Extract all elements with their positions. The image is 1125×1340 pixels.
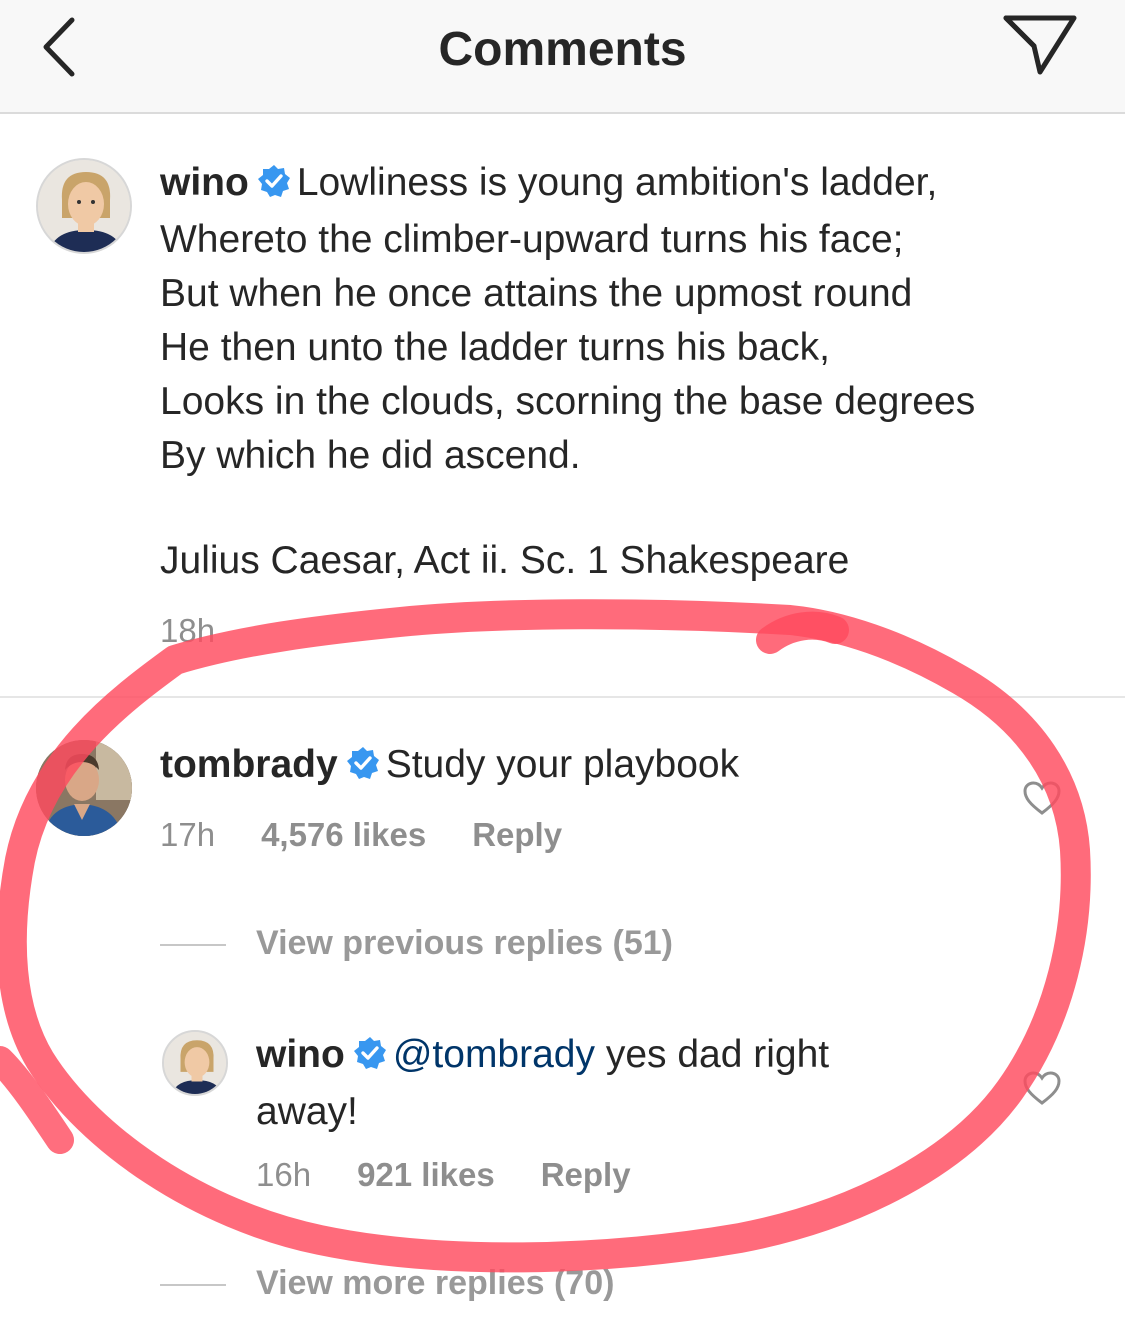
view-previous-replies[interactable]: View previous replies (51)	[160, 924, 673, 963]
top-bar: Comments	[0, 0, 1125, 114]
caption-username[interactable]: wino	[160, 161, 249, 204]
caption-line: By which he did ascend.	[160, 434, 581, 477]
divider	[0, 696, 1125, 698]
send-icon	[1003, 15, 1077, 75]
reply-thread-line	[160, 1284, 226, 1287]
comment-username[interactable]: tombrady	[160, 743, 338, 786]
reply-body-line2: away!	[256, 1090, 358, 1133]
caption-line: Looks in the clouds, scorning the base d…	[160, 380, 976, 423]
reply-button[interactable]: Reply	[541, 1156, 631, 1193]
avatar[interactable]	[36, 158, 132, 254]
reply-meta: 16h 921 likes Reply	[256, 1156, 677, 1194]
caption-line: He then unto the ladder turns his back,	[160, 326, 830, 369]
reply-body-line1: yes dad right	[595, 1033, 830, 1076]
heart-icon[interactable]	[1022, 780, 1062, 816]
avatar[interactable]	[162, 1030, 228, 1096]
comment-timestamp: 17h	[160, 816, 216, 853]
heart-icon[interactable]	[1022, 1070, 1062, 1106]
verified-badge-icon	[257, 159, 291, 213]
caption-meta: 18h	[160, 612, 261, 650]
user-avatar-illustration	[38, 160, 130, 252]
caption-line: Lowliness is young ambition's ladder,	[296, 161, 938, 204]
reply-likes[interactable]: 921 likes	[357, 1156, 495, 1193]
share-button[interactable]	[1000, 12, 1080, 82]
reply-button[interactable]: Reply	[472, 816, 562, 853]
reply-thread-line	[160, 944, 226, 947]
view-previous-replies-label: View previous replies (51)	[256, 924, 673, 962]
verified-badge-icon	[353, 1031, 387, 1085]
reply-text: wino @tombrady yes dad right away!	[256, 1028, 996, 1139]
comment-meta: 17h 4,576 likes Reply	[160, 816, 608, 854]
view-more-replies-label: View more replies (70)	[256, 1264, 615, 1302]
reply-username[interactable]: wino	[256, 1033, 345, 1076]
comment-body: Study your playbook	[385, 743, 740, 786]
mention-link[interactable]: @tombrady	[393, 1033, 595, 1076]
caption-line: But when he once attains the upmost roun…	[160, 272, 913, 315]
caption-line: Whereto the climber-upward turns his fac…	[160, 218, 904, 261]
comment-likes[interactable]: 4,576 likes	[261, 816, 426, 853]
caption-attribution: Julius Caesar, Act ii. Sc. 1 Shakespeare	[160, 539, 850, 582]
reply-timestamp: 16h	[256, 1156, 312, 1193]
avatar[interactable]	[36, 740, 132, 836]
comment-text: tombrady Study your playbook	[160, 738, 1020, 795]
user-avatar-photo	[36, 740, 132, 836]
view-more-replies[interactable]: View more replies (70)	[160, 1264, 614, 1303]
verified-badge-icon	[346, 741, 380, 795]
caption-text: wino Lowliness is young ambition's ladder…	[160, 156, 1090, 483]
page-title: Comments	[438, 23, 687, 76]
caption-timestamp: 18h	[160, 612, 216, 649]
user-avatar-illustration	[164, 1032, 226, 1094]
